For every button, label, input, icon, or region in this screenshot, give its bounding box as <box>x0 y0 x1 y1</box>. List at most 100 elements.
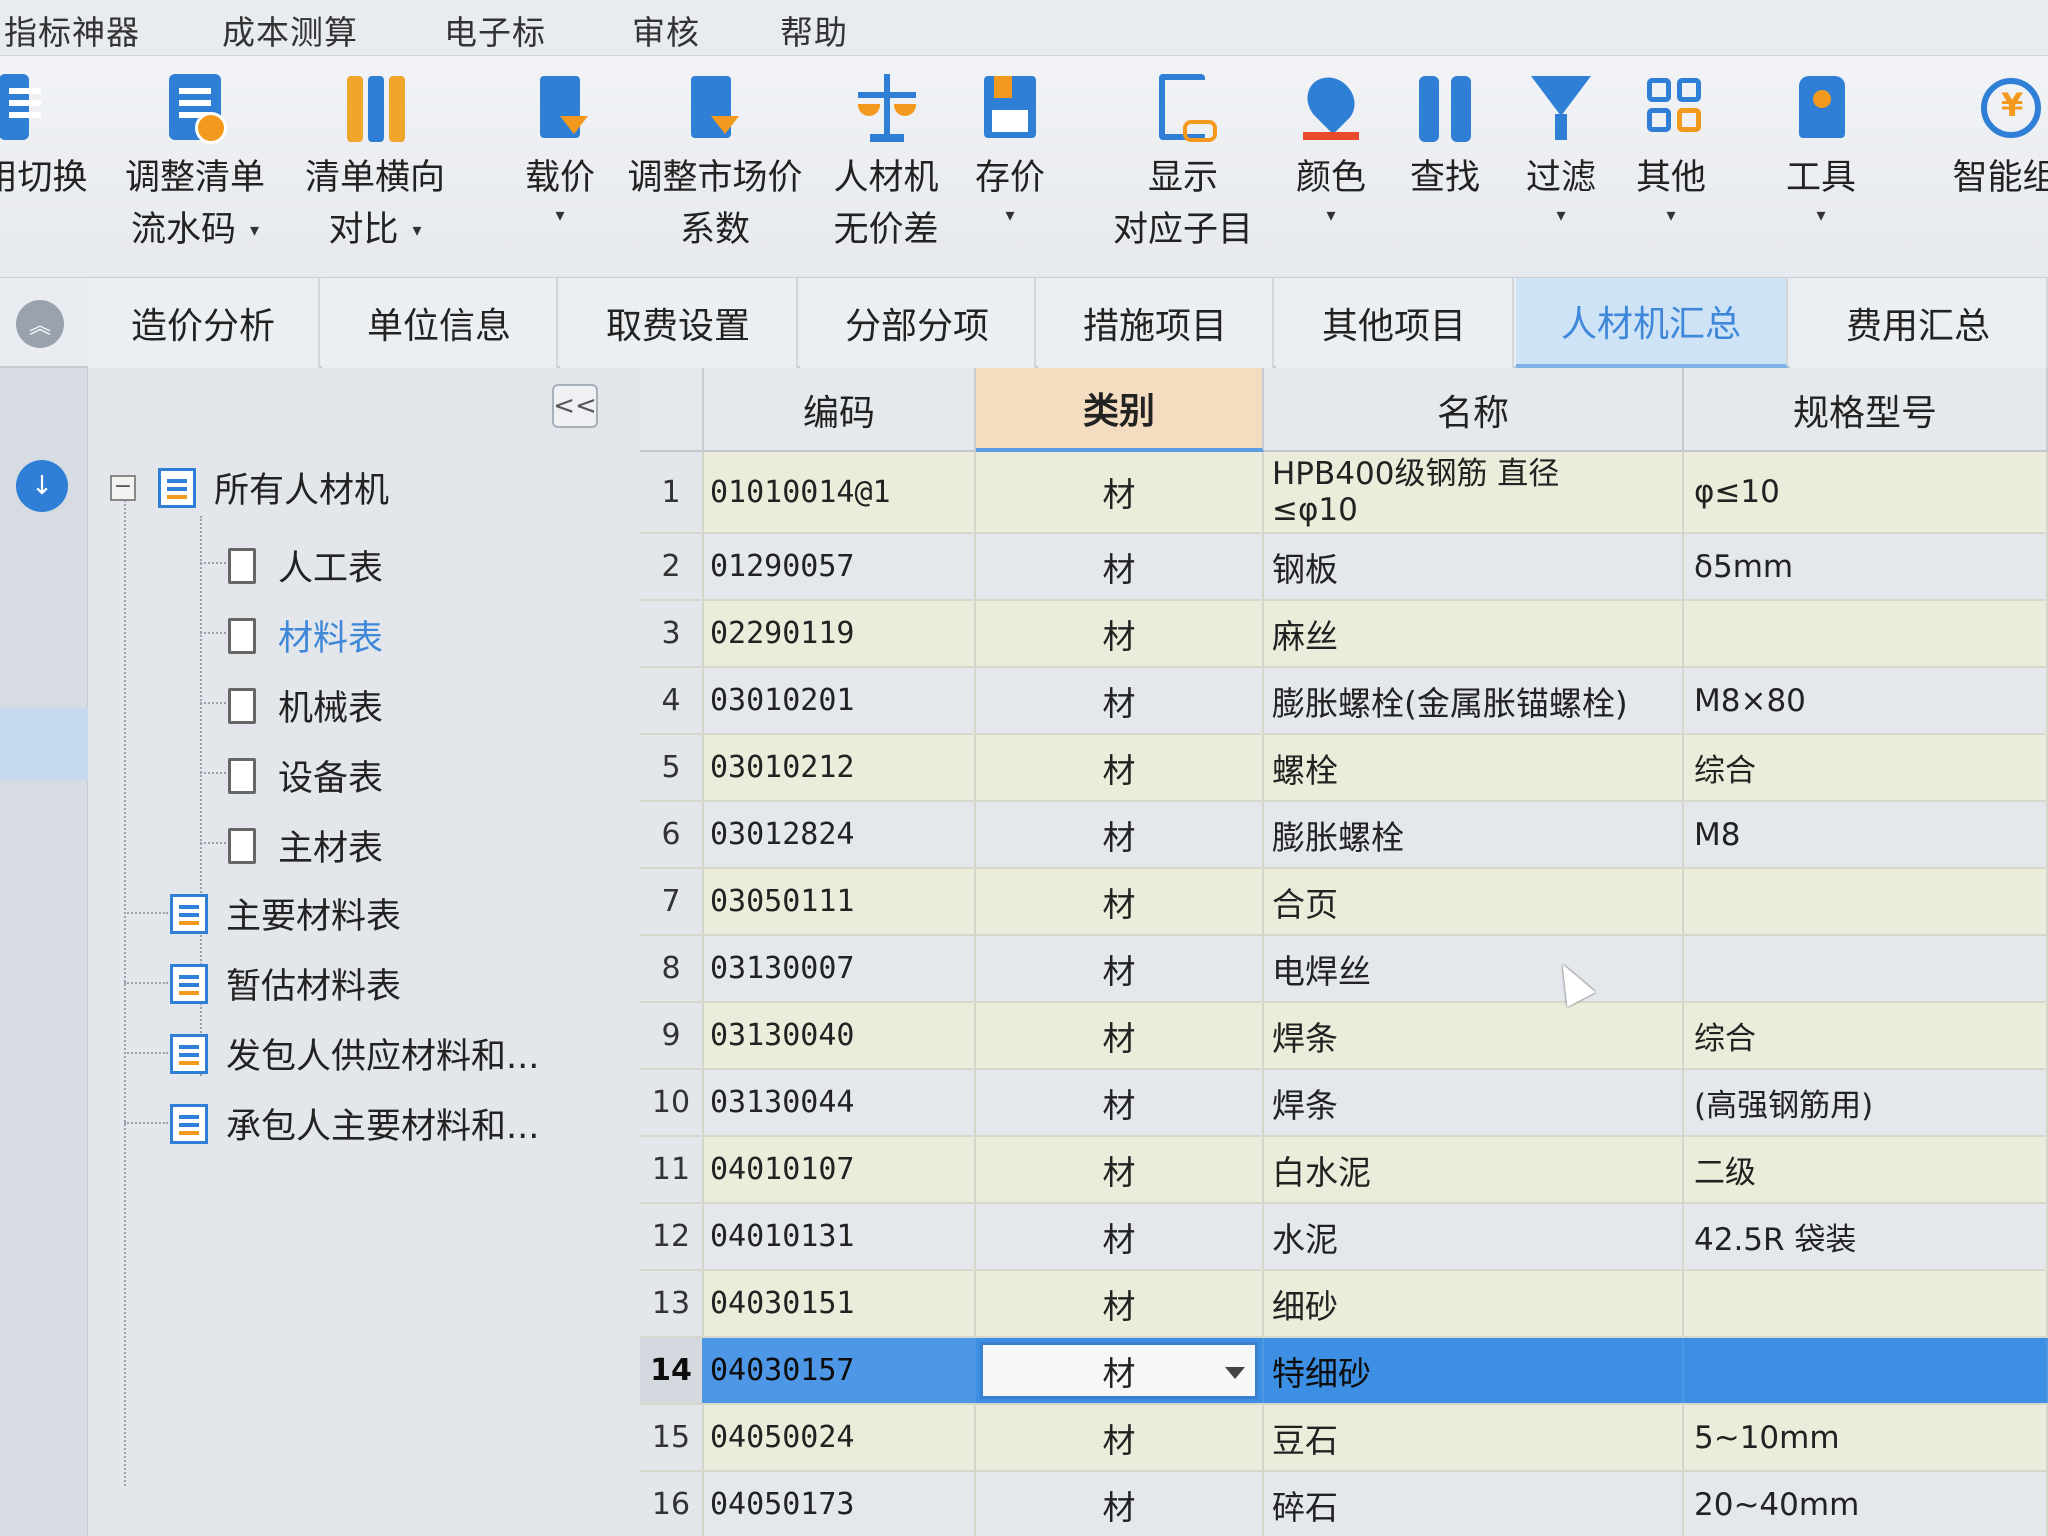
code-cell[interactable]: 04030157 <box>704 1338 976 1403</box>
name-cell[interactable]: 膨胀螺栓 <box>1264 802 1684 867</box>
table-row[interactable]: 10 03130044 材焊条 (高强钢筋用) <box>640 1070 2048 1137</box>
spec-cell[interactable] <box>1684 869 2048 934</box>
chevron-down-icon[interactable]: ▾ <box>1005 204 1014 228</box>
tree-node-all-resources[interactable]: − 所有人材机 <box>110 462 389 513</box>
save-price-button[interactable]: 存价 ▾ <box>960 70 1060 228</box>
name-cell[interactable]: HPB400级钢筋 直径 ≤φ10 <box>1264 452 1684 532</box>
tree-node-equipment[interactable]: 设备表 <box>228 750 383 801</box>
spec-cell[interactable] <box>1684 1271 2048 1336</box>
spec-cell[interactable]: 综合 <box>1684 1003 2048 1068</box>
category-cell[interactable]: 材 <box>976 1003 1264 1068</box>
category-dropdown[interactable]: 材 <box>980 1342 1258 1399</box>
code-cell[interactable]: 04050173 <box>704 1472 976 1536</box>
name-cell[interactable]: 豆石 <box>1264 1405 1684 1470</box>
code-cell[interactable]: 03010201 <box>704 668 976 733</box>
panel-collapse-button[interactable]: << <box>552 384 598 428</box>
code-cell[interactable]: 04010131 <box>704 1204 976 1269</box>
other-button[interactable]: 其他 ▾ <box>1626 70 1716 228</box>
tab-fee-settings[interactable]: 取费设置 <box>560 278 798 368</box>
header-spec[interactable]: 规格型号 <box>1684 368 2048 452</box>
table-row[interactable]: 4 03010201 材膨胀螺栓(金属胀锚螺栓) M8×80 <box>640 668 2048 735</box>
chevron-down-icon[interactable]: ▾ <box>1556 204 1565 228</box>
switch-button[interactable]: 用切换 <box>0 70 90 204</box>
load-price-button[interactable]: 载价 ▾ <box>510 70 610 228</box>
chevron-down-icon[interactable]: ▾ <box>412 220 421 241</box>
chevron-down-icon[interactable]: ▾ <box>1816 204 1825 228</box>
tab-unit-info[interactable]: 单位信息 <box>322 278 558 368</box>
smart-group-button[interactable]: 智能组 <box>1930 70 2048 204</box>
name-cell[interactable]: 细砂 <box>1264 1271 1684 1336</box>
code-cell[interactable]: 01010014@1 <box>704 452 976 532</box>
spec-cell[interactable]: (高强钢筋用) <box>1684 1070 2048 1135</box>
menu-item-audit[interactable]: 审核 <box>632 6 700 54</box>
name-cell[interactable]: 白水泥 <box>1264 1137 1684 1202</box>
category-cell[interactable]: 材 <box>976 869 1264 934</box>
name-cell[interactable]: 焊条 <box>1264 1070 1684 1135</box>
menu-item-cost-estimate[interactable]: 成本测算 <box>222 6 358 54</box>
tree-node-labor[interactable]: 人工表 <box>228 540 383 591</box>
tree-node-machinery[interactable]: 机械表 <box>228 680 383 731</box>
tab-sub-items[interactable]: 分部分项 <box>800 278 1036 368</box>
market-price-button[interactable]: 调整市场价 系数 <box>620 70 810 256</box>
spec-cell[interactable]: 综合 <box>1684 735 2048 800</box>
tools-button[interactable]: 工具 ▾ <box>1776 70 1866 228</box>
table-row[interactable]: 12 04010131 材水泥 42.5R 袋装 <box>640 1204 2048 1271</box>
table-row[interactable]: 13 04030151 材细砂 <box>640 1271 2048 1338</box>
name-cell[interactable]: 碎石 <box>1264 1472 1684 1536</box>
header-name[interactable]: 名称 <box>1264 368 1684 452</box>
spec-cell[interactable] <box>1684 601 2048 666</box>
name-cell[interactable]: 麻丝 <box>1264 601 1684 666</box>
spec-cell[interactable]: M8×80 <box>1684 668 2048 733</box>
category-cell[interactable]: 材 <box>976 1204 1264 1269</box>
show-sub-item-button[interactable]: 显示 对应子目 <box>1108 70 1258 256</box>
name-cell[interactable]: 水泥 <box>1264 1204 1684 1269</box>
color-button[interactable]: 颜色 ▾ <box>1286 67 1376 228</box>
menu-item-help[interactable]: 帮助 <box>780 6 848 54</box>
code-cell[interactable]: 03130040 <box>704 1003 976 1068</box>
chevron-down-icon[interactable]: ▾ <box>555 204 564 228</box>
tree-node-employer-supplied[interactable]: 发包人供应材料和... <box>170 1028 539 1079</box>
category-cell[interactable]: 材 <box>976 802 1264 867</box>
spec-cell[interactable]: δ5mm <box>1684 534 2048 599</box>
category-cell[interactable]: 材 <box>976 452 1264 532</box>
menu-item-e-bid[interactable]: 电子标 <box>444 6 546 54</box>
menu-item-indicator-tool[interactable]: 指标神器 <box>4 6 140 54</box>
code-cell[interactable]: 03010212 <box>704 735 976 800</box>
table-row[interactable]: 3 02290119 材麻丝 <box>640 601 2048 668</box>
category-cell[interactable]: 材 <box>976 1271 1264 1336</box>
spec-cell[interactable] <box>1684 1338 2048 1403</box>
chevron-down-icon[interactable]: ▾ <box>1326 204 1335 228</box>
spec-cell[interactable]: φ≤10 <box>1684 452 2048 532</box>
table-row[interactable]: 11 04010107 材白水泥 二级 <box>640 1137 2048 1204</box>
name-cell[interactable]: 钢板 <box>1264 534 1684 599</box>
spec-cell[interactable]: 二级 <box>1684 1137 2048 1202</box>
category-cell[interactable]: 材 <box>976 1338 1264 1403</box>
code-cell[interactable]: 04030151 <box>704 1271 976 1336</box>
tree-node-provisional-materials[interactable]: 暂估材料表 <box>170 958 401 1009</box>
category-cell[interactable]: 材 <box>976 936 1264 1001</box>
spec-cell[interactable] <box>1684 936 2048 1001</box>
category-cell[interactable]: 材 <box>976 1070 1264 1135</box>
tab-resource-summary[interactable]: 人材机汇总 <box>1516 278 1788 368</box>
spec-cell[interactable]: 5~10mm <box>1684 1405 2048 1470</box>
category-cell[interactable]: 材 <box>976 534 1264 599</box>
code-cell[interactable]: 03130044 <box>704 1070 976 1135</box>
code-cell[interactable]: 01290057 <box>704 534 976 599</box>
name-cell[interactable]: 螺栓 <box>1264 735 1684 800</box>
download-icon[interactable]: ↓ <box>16 460 68 512</box>
category-cell[interactable]: 材 <box>976 601 1264 666</box>
table-row[interactable]: 16 04050173 材碎石 20~40mm <box>640 1472 2048 1536</box>
tab-other-items[interactable]: 其他项目 <box>1276 278 1514 368</box>
compare-button[interactable]: 清单横向 对比 ▾ <box>300 70 450 257</box>
spec-cell[interactable]: 42.5R 袋装 <box>1684 1204 2048 1269</box>
name-cell[interactable]: 特细砂 <box>1264 1338 1684 1403</box>
tree-node-main-materials[interactable]: 主材表 <box>228 820 383 871</box>
category-cell[interactable]: 材 <box>976 735 1264 800</box>
header-category[interactable]: 类别 <box>976 368 1264 452</box>
filter-button[interactable]: 过滤 ▾ <box>1516 70 1606 228</box>
table-row[interactable]: 14 04030157 材 特细砂 <box>640 1338 2048 1405</box>
renumber-button[interactable]: 调整清单 流水码 ▾ <box>120 70 270 257</box>
table-row[interactable]: 2 01290057 材钢板 δ5mm <box>640 534 2048 601</box>
tab-cost-analysis[interactable]: 造价分析 <box>88 278 320 368</box>
table-row[interactable]: 1 01010014@1 材 HPB400级钢筋 直径 ≤φ10 φ≤10 <box>640 452 2048 534</box>
